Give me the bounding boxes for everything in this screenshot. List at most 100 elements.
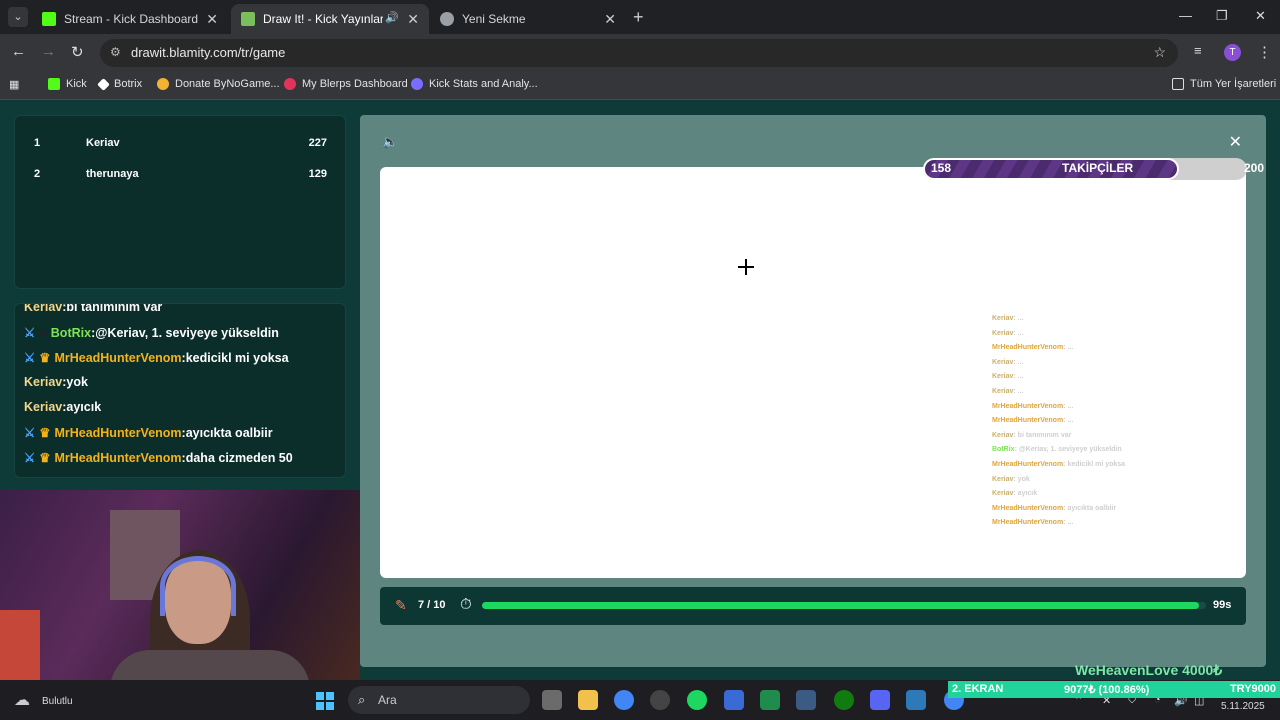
overlay-chat-username: Keriav bbox=[992, 315, 1014, 322]
leaderboard-name: Keriav bbox=[86, 137, 120, 149]
bookmark-kick-stats[interactable]: Kick Stats and Analy... bbox=[411, 78, 538, 90]
tab-close-icon[interactable]: ✕ bbox=[206, 11, 218, 28]
crown-icon: ♛ bbox=[39, 451, 51, 465]
chat-text: @Keriav, 1. seviyeye yükseldin bbox=[95, 326, 279, 340]
maximize-icon[interactable]: ❐ bbox=[1216, 8, 1228, 24]
back-arrow-icon[interactable]: ← bbox=[11, 43, 26, 60]
game-page: 1 Keriav 227 2 therunaya 129 Keriav:bi t… bbox=[0, 100, 1280, 690]
weather-icon[interactable]: ☁ bbox=[14, 690, 30, 710]
chat-text: kedicikl mi yoksa bbox=[185, 351, 289, 365]
chat-username[interactable]: MrHeadHunterVenom bbox=[54, 426, 181, 440]
window-close-icon[interactable]: ✕ bbox=[1255, 8, 1266, 24]
store-icon[interactable] bbox=[724, 690, 744, 710]
overlay-chat-text: : ayıcıkta oalbiir bbox=[1063, 504, 1117, 512]
excel-icon[interactable] bbox=[760, 690, 780, 710]
overlay-chat-username: MrHeadHunterVenom bbox=[992, 344, 1064, 352]
app-icon[interactable] bbox=[906, 690, 926, 710]
tab-close-icon[interactable]: ✕ bbox=[407, 11, 419, 28]
obs-icon[interactable] bbox=[650, 690, 670, 710]
minimize-icon[interactable]: — bbox=[1179, 8, 1192, 23]
new-tab-icon[interactable]: + bbox=[633, 7, 644, 28]
overlay-chat-username: MrHeadHunterVenom bbox=[992, 519, 1064, 527]
bookmark-donate[interactable]: Donate ByNoGame... bbox=[157, 78, 280, 90]
overlay-chat-text: : ... bbox=[1013, 358, 1024, 366]
round-status-bar: ✎ 7 / 10 ⏱ 99s bbox=[380, 587, 1246, 625]
search-label: Ara bbox=[378, 693, 397, 707]
taskbar-search[interactable]: ⌕ Ara bbox=[348, 686, 530, 714]
tab-bar: ⌄ Stream - Kick Dashboard ✕ Draw It! - K… bbox=[0, 0, 1280, 34]
bookmark-botrix[interactable]: Botrix bbox=[97, 77, 142, 91]
donation-alert: WeHeavenLove 4000₺ bbox=[1075, 662, 1223, 678]
volume-icon[interactable]: 🔈 bbox=[382, 134, 398, 150]
tab-search-button[interactable]: ⌄ bbox=[8, 7, 28, 27]
ticker-goal: TRY9000 bbox=[1229, 683, 1276, 695]
discord-icon[interactable] bbox=[870, 690, 890, 710]
bookmark-blerps[interactable]: My Blerps Dashboard bbox=[284, 78, 408, 90]
chat-message: Keriav:yok bbox=[24, 375, 88, 389]
reload-icon[interactable]: ↻ bbox=[71, 43, 84, 61]
chat-panel: Keriav:bi tanımınım var ⚔ ● BotRix:@Keriav,… bbox=[14, 303, 346, 478]
overlay-chat-line: Keriav: yok bbox=[992, 476, 1242, 491]
tab-close-icon[interactable]: ✕ bbox=[604, 11, 616, 28]
modal-close-icon[interactable]: ✕ bbox=[1229, 132, 1242, 152]
forward-arrow-icon[interactable]: → bbox=[41, 43, 56, 60]
file-explorer-icon[interactable] bbox=[578, 690, 598, 710]
overlay-chat-line: MrHeadHunterVenom: ... bbox=[992, 519, 1242, 534]
crown-icon: ♛ bbox=[39, 426, 51, 440]
address-bar[interactable]: ⚙ drawit.blamity.com/tr/game ☆ bbox=[100, 39, 1178, 67]
url-text[interactable]: drawit.blamity.com/tr/game bbox=[131, 45, 285, 60]
overlay-chat-username: Keriav bbox=[992, 358, 1014, 366]
chat-text: ayıcık bbox=[66, 400, 102, 414]
drawing-canvas[interactable]: Keriav: ... Keriav: ... MrHeadHunterVenom:… bbox=[380, 167, 1246, 578]
chat-text: daha cizmeden 50 bbox=[185, 451, 293, 465]
overlay-chat-text: : ... bbox=[1013, 329, 1024, 337]
site-info-icon[interactable]: ⚙ bbox=[110, 45, 121, 59]
overlay-chat-username: Keriav bbox=[992, 329, 1014, 337]
tab-kick-dashboard[interactable]: Stream - Kick Dashboard ✕ bbox=[32, 4, 228, 34]
media-control-icon[interactable]: ≡ bbox=[1194, 43, 1202, 58]
bookmark-kick[interactable]: Kick bbox=[48, 78, 87, 90]
xbox-icon[interactable] bbox=[834, 690, 854, 710]
bookmark-star-icon[interactable]: ☆ bbox=[1153, 44, 1166, 61]
tab-title: Stream - Kick Dashboard bbox=[64, 12, 199, 26]
steam-icon[interactable] bbox=[796, 690, 816, 710]
overlay-chat-line: Keriav: ... bbox=[992, 315, 1242, 330]
overlay-chat-line: Keriav: ... bbox=[992, 388, 1242, 403]
weather-text[interactable]: Bulutlu bbox=[42, 696, 73, 707]
chrome-icon[interactable] bbox=[614, 690, 634, 710]
webcam-feed bbox=[0, 490, 360, 690]
moderator-sword-icon: ⚔ bbox=[24, 451, 36, 465]
all-bookmarks-folder[interactable]: Tüm Yer İşaretleri bbox=[1172, 78, 1276, 90]
audio-playing-icon[interactable]: 🔊 bbox=[385, 11, 399, 24]
bookmark-label: Kick Stats and Analy... bbox=[429, 78, 538, 90]
overlay-chat-username: MrHeadHunterVenom bbox=[992, 460, 1064, 468]
menu-dots-icon[interactable]: ⋮ bbox=[1257, 43, 1272, 61]
kick-favicon-icon bbox=[42, 12, 56, 26]
browser-toolbar: ← → ↻ ⚙ drawit.blamity.com/tr/game ☆ ≡ T… bbox=[0, 34, 1280, 72]
kick-stats-icon bbox=[411, 78, 423, 90]
tab-title: Yeni Sekme bbox=[462, 12, 526, 26]
apps-grid-icon[interactable]: ▦ bbox=[9, 78, 19, 91]
overlay-chat-username: MrHeadHunterVenom bbox=[992, 417, 1064, 425]
profile-avatar[interactable]: T bbox=[1224, 44, 1241, 61]
spotify-icon[interactable] bbox=[687, 690, 707, 710]
tab-new-tab[interactable]: Yeni Sekme ✕ bbox=[430, 4, 626, 34]
chat-username[interactable]: BotRix bbox=[51, 326, 91, 340]
overlay-chat-text: : ... bbox=[1063, 402, 1074, 410]
start-button[interactable] bbox=[316, 692, 334, 710]
chat-username[interactable]: Keriav bbox=[24, 400, 62, 414]
chat-username[interactable]: MrHeadHunterVenom bbox=[54, 351, 181, 365]
round-counter: 7 / 10 bbox=[418, 599, 446, 611]
taskbar-date[interactable]: 5.11.2025 bbox=[1221, 701, 1265, 712]
bot-badge-icon: ● bbox=[39, 326, 47, 340]
task-view-icon[interactable] bbox=[542, 690, 562, 710]
overlay-chat-username: Keriav bbox=[992, 373, 1014, 381]
tab-draw-it[interactable]: Draw It! - Kick Yayınları İçin 🔊 ✕ bbox=[231, 4, 429, 34]
overlay-chat-text: : @Keriav, 1. seviyeye yükseldin bbox=[1014, 446, 1122, 454]
moderator-sword-icon: ⚔ bbox=[24, 351, 36, 365]
chat-username[interactable]: Keriav bbox=[24, 304, 62, 314]
chat-username[interactable]: Keriav bbox=[24, 375, 62, 389]
leaderboard-score: 227 bbox=[308, 137, 327, 149]
chat-username[interactable]: MrHeadHunterVenom bbox=[54, 451, 181, 465]
game-modal: 🔈 ✕ Keriav: ... Keriav: ... MrHeadHunterVe… bbox=[360, 115, 1266, 667]
